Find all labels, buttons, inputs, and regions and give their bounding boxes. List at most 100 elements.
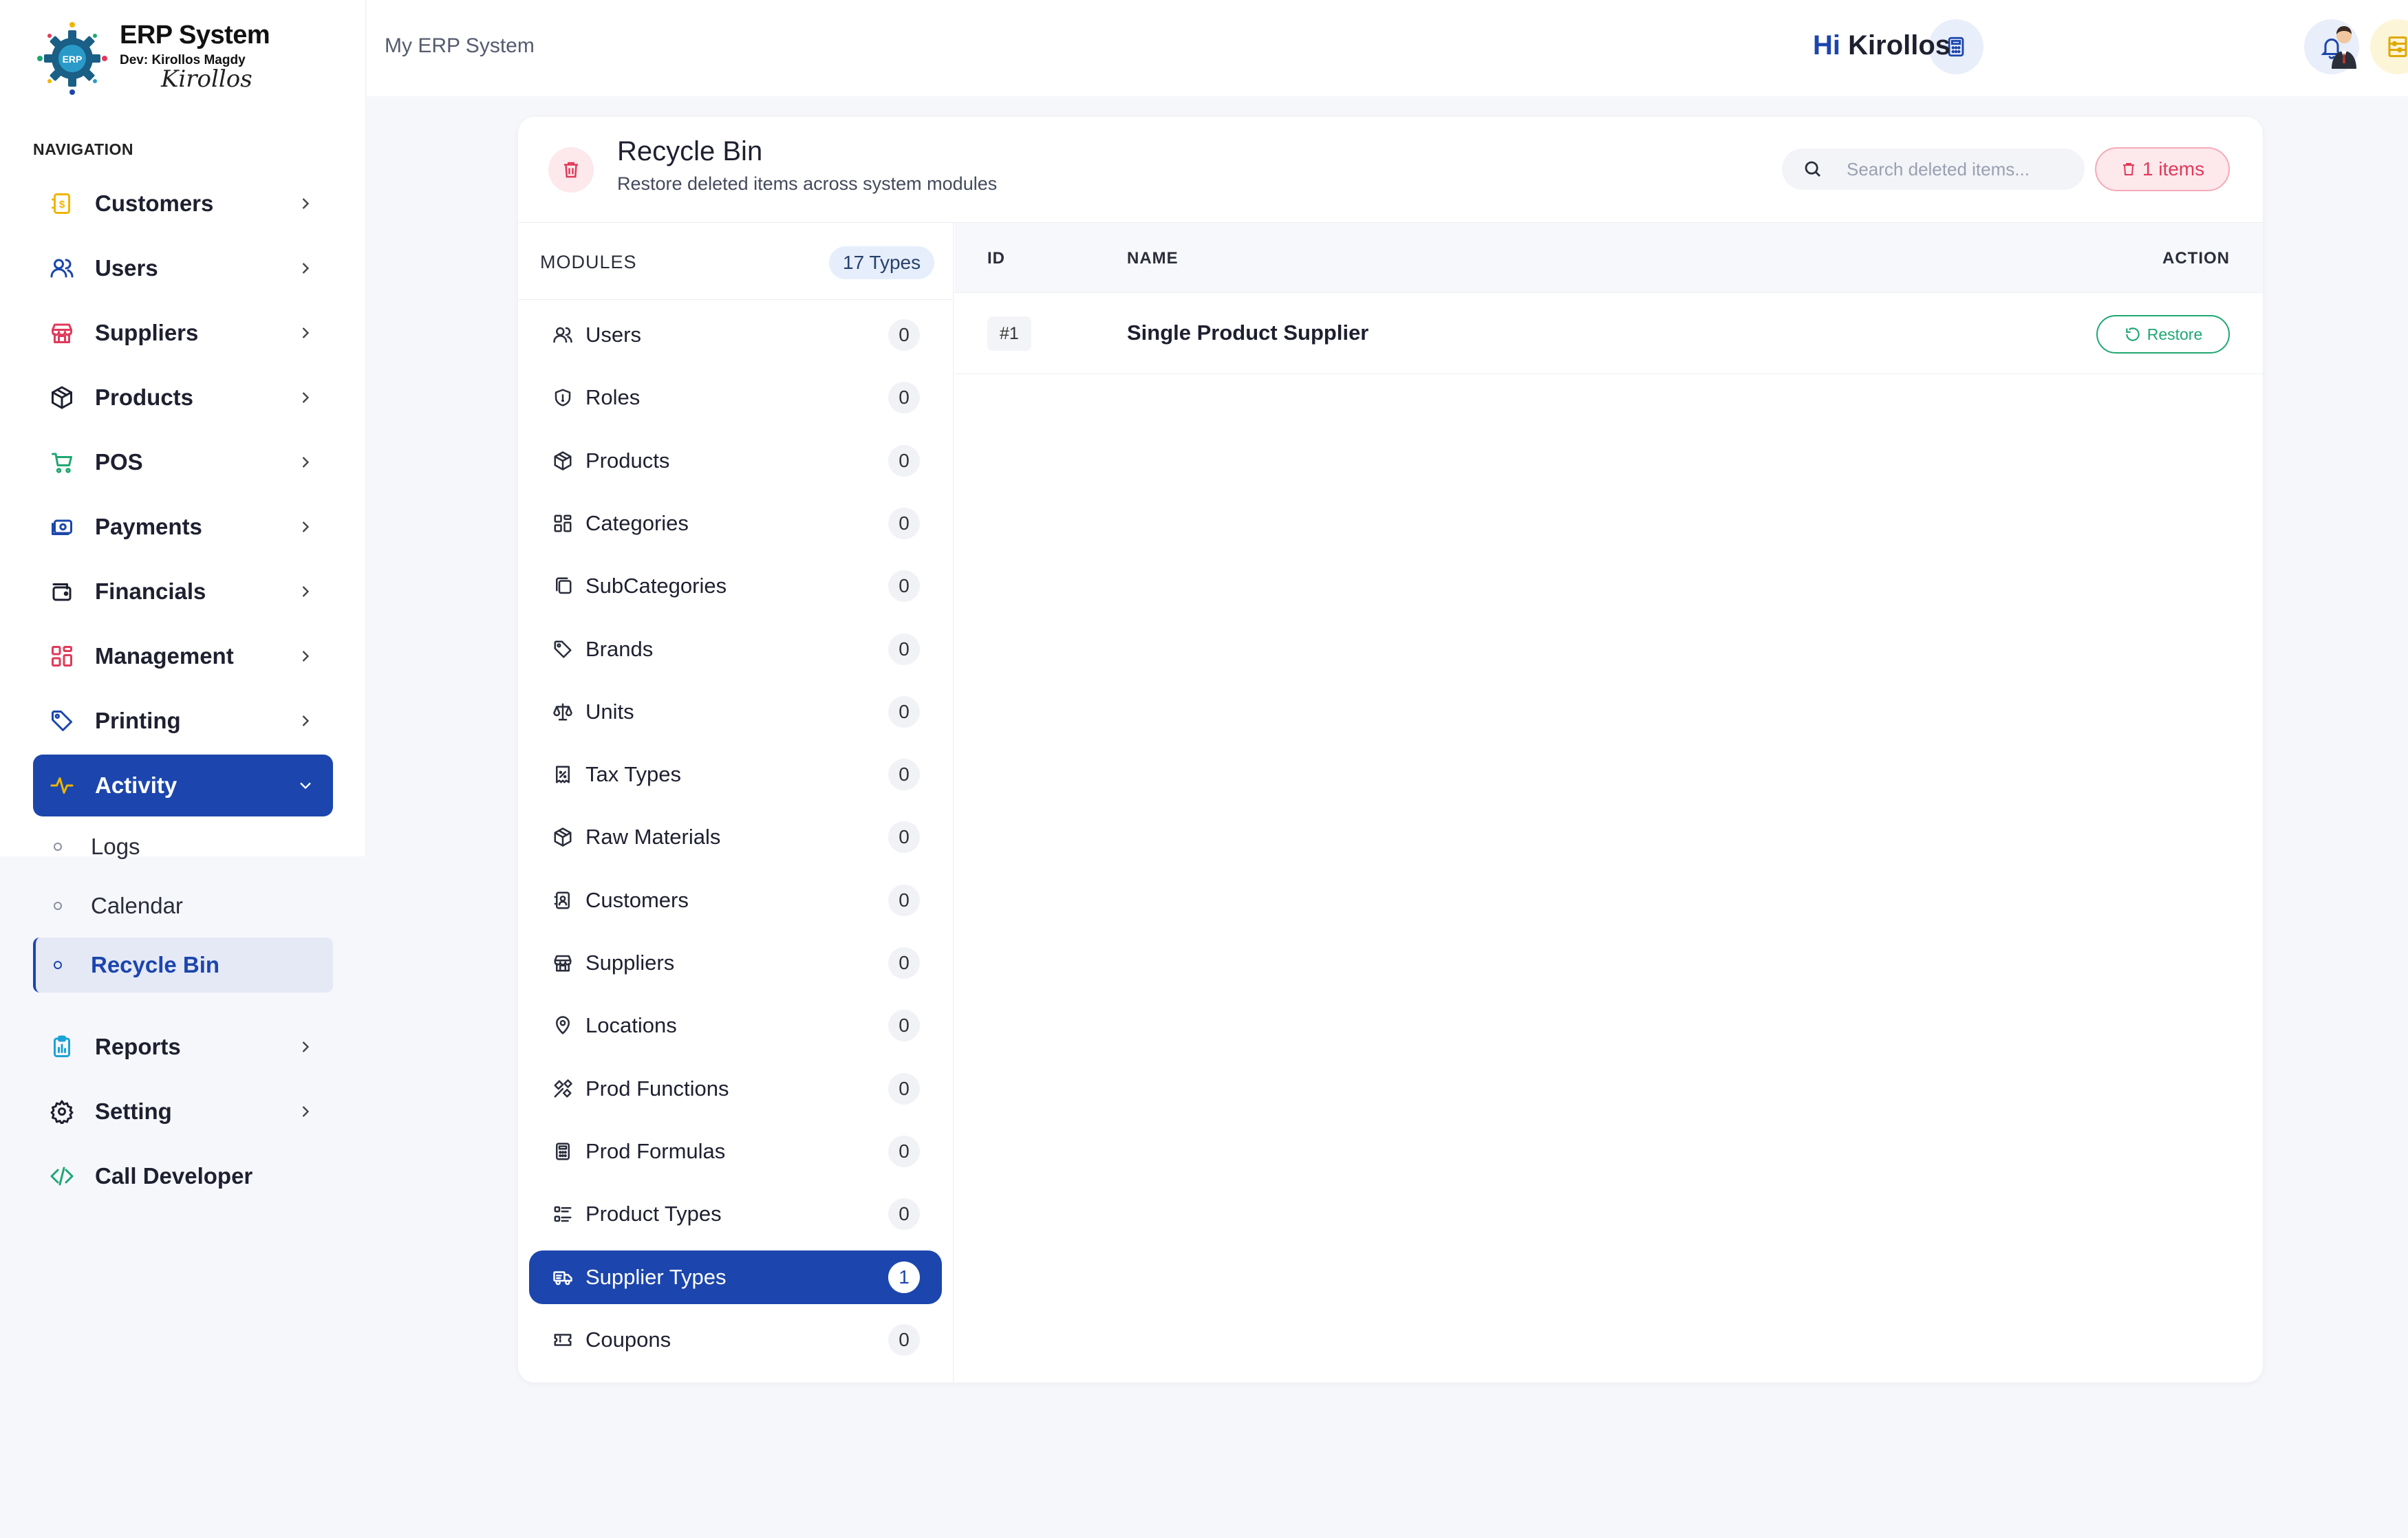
tag-icon [551,638,574,661]
grid-icon [48,642,76,670]
module-count: 0 [888,319,920,351]
sidebar-item-label: POS [95,449,143,475]
module-label: Prod Formulas [585,1138,726,1163]
chevron-right-icon [296,647,315,666]
search-box[interactable] [1782,149,2085,190]
module-item-roles[interactable]: Roles 0 [529,371,942,424]
sidebar-item-suppliers[interactable]: Suppliers [33,302,333,364]
column-header-id: ID [987,249,1005,268]
module-label: SubCategories [585,574,727,598]
chevron-right-icon [296,388,315,407]
sidebar-item-label: Setting [95,1098,172,1124]
restore-button[interactable]: Restore [2096,315,2230,354]
table-row: #1 Single Product Supplier Restore [954,293,2263,374]
module-label: Coupons [585,1327,671,1352]
recycle-bin-badge [548,147,594,193]
sidebar-item-label: Customers [95,191,214,216]
module-item-suppliers[interactable]: Suppliers 0 [529,936,942,990]
module-item-brands[interactable]: Brands 0 [529,622,942,676]
module-item-units[interactable]: Units 0 [529,685,942,739]
users-icon [551,323,574,347]
search-input[interactable] [1847,158,2074,180]
sidebar-item-label: Suppliers [95,320,199,345]
module-item-raw-materials[interactable]: Raw Materials 0 [529,810,942,864]
cart-icon [48,448,76,476]
module-item-categories[interactable]: Categories 0 [529,497,942,550]
module-item-product-types[interactable]: Product Types 0 [529,1187,942,1241]
module-item-products[interactable]: Products 0 [529,434,942,488]
module-item-prod-functions[interactable]: Prod Functions 0 [529,1062,942,1116]
sidebar-subitem-calendar[interactable]: Calendar [33,878,333,933]
sidebar-item-customers[interactable]: $ Customers [33,173,333,235]
modules-panel: MODULES 17 Types Users 0 Roles 0 Products 0 Ca… [518,223,954,1383]
sidebar-item-setting[interactable]: Setting [33,1081,333,1142]
sidebar-item-activity[interactable]: Activity [33,755,333,816]
sidebar-item-label: Call Developer [95,1163,253,1189]
customers-icon: $ [48,190,76,217]
bullet-icon [54,961,62,969]
topbar-title: My ERP System [385,34,535,57]
bullet-icon [54,902,62,910]
sidebar-item-payments[interactable]: Payments [33,496,333,558]
row-id: #1 [987,316,1031,351]
box-icon [551,449,574,473]
grid-icon [551,512,574,535]
sidebar-subitem-label: Calendar [91,893,183,918]
module-item-supplier-types[interactable]: Supplier Types 1 [529,1250,942,1304]
sidebar-item-printing[interactable]: Printing [33,690,333,752]
module-item-users[interactable]: Users 0 [529,308,942,362]
module-count: 0 [888,884,920,916]
sidebar-item-label: Activity [95,772,178,798]
module-label: Users [585,323,641,347]
box-icon [48,384,76,411]
recycle-bin-card: Recycle Bin Restore deleted items across… [518,117,2263,1383]
module-count: 0 [888,633,920,665]
sidebar-item-users[interactable]: Users [33,237,333,299]
ticket-icon [551,1328,574,1352]
module-item-prod-formulas[interactable]: Prod Formulas 0 [529,1125,942,1178]
module-item-coupons[interactable]: Coupons 0 [529,1313,942,1367]
sidebar-subitem-recycle-bin[interactable]: Recycle Bin [33,938,333,993]
row-name: Single Product Supplier [1127,321,1369,345]
module-label: Supplier Types [585,1264,727,1289]
app-signature: Kirollos [161,65,252,93]
module-item-tax-types[interactable]: Tax Types 0 [529,748,942,801]
sidebar-subitem-logs[interactable]: Logs [33,819,333,874]
module-count: 0 [888,570,920,603]
module-count: 0 [888,1135,920,1167]
sidebar-item-label: Reports [95,1034,181,1059]
abacus-button[interactable] [2370,19,2408,74]
module-label: Suppliers [585,951,675,975]
store-icon [551,951,574,975]
module-item-locations[interactable]: Locations 0 [529,999,942,1052]
sidebar-item-reports[interactable]: Reports [33,1016,333,1078]
sidebar-item-management[interactable]: Management [33,625,333,687]
trash-icon [2122,163,2134,175]
sidebar-subitem-label: Logs [91,834,140,859]
tag-icon [48,707,76,735]
sidebar-item-call-developer[interactable]: Call Developer [33,1145,333,1207]
items-count-badge: 1 items [2095,147,2230,191]
column-header-action: ACTION [2162,249,2230,268]
chevron-right-icon [296,1102,315,1121]
module-count: 0 [888,1323,920,1356]
module-label: Customers [585,887,689,912]
chevron-right-icon [296,323,315,343]
trash-icon [564,162,578,178]
sidebar-item-label: Products [95,384,194,410]
module-count: 0 [888,507,920,539]
receipt-icon [551,763,574,786]
card-header: Recycle Bin Restore deleted items across… [518,117,2263,223]
sidebar-item-products[interactable]: Products [33,367,333,429]
module-item-customers[interactable]: Customers 0 [529,874,942,927]
module-item-subcategories[interactable]: SubCategories 0 [529,559,942,613]
sidebar-item-financials[interactable]: Financials [33,561,333,622]
module-count: 0 [888,1198,920,1231]
sidebar-item-pos[interactable]: POS [33,431,333,493]
chevron-right-icon [296,259,315,278]
user-avatar-icon[interactable] [2329,25,2359,69]
module-count: 0 [888,947,920,979]
module-label: Products [585,448,670,473]
chevron-right-icon [296,582,315,601]
app-logo[interactable]: ERP ERP System Dev: Kirollos Magdy Kirol… [34,21,270,96]
